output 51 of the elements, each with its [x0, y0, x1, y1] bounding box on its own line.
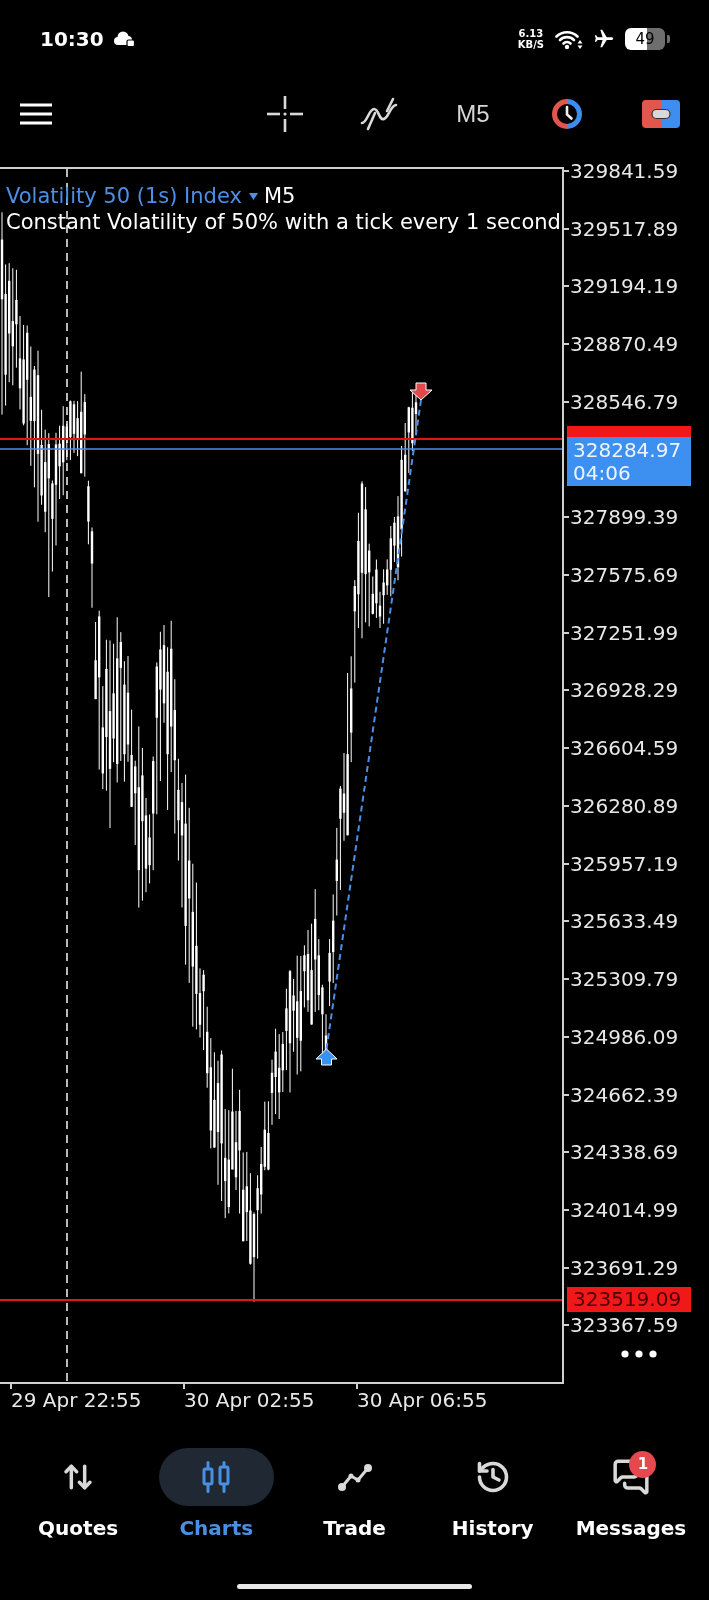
symbol-description: Constant Volatility of 50% with a tick every 1 second — [6, 209, 561, 235]
notification-badge: 1 — [629, 1451, 657, 1478]
price-axis-label: 324338.69 — [570, 1140, 679, 1165]
symbol-name[interactable]: Volatility 50 (1s) Index — [6, 183, 242, 209]
candlestick-icon — [201, 1461, 232, 1493]
price-axis-label: 329517.89 — [570, 216, 679, 241]
price-axis-label: 324014.99 — [570, 1197, 679, 1222]
price-axis-label: 329841.59 — [570, 159, 679, 183]
clock-time: 10:30 — [40, 27, 104, 51]
up-arrow-icon — [315, 1048, 338, 1066]
network-speed-value: 6.13 — [518, 28, 544, 39]
time-axis-label: 30 Apr 06:55 — [357, 1389, 488, 1411]
price-axis-label: 326928.29 — [570, 678, 679, 703]
nav-tab[interactable]: Trade — [285, 1448, 424, 1540]
price-axis-label: 328870.49 — [570, 332, 679, 357]
time-axis-label: 29 Apr 22:55 — [11, 1389, 142, 1411]
wave-icon[interactable] — [360, 97, 398, 131]
price-axis-label: 329194.19 — [570, 274, 679, 299]
price-axis-label: 326280.89 — [570, 793, 679, 818]
bar-countdown: 04:06 — [573, 461, 632, 485]
cloud-icon — [112, 31, 135, 47]
price-axis-label: 326604.59 — [570, 736, 679, 761]
line-chart-icon — [336, 1462, 373, 1492]
price-axis-label: 327575.69 — [570, 563, 679, 588]
price-tag: 323519.09 — [567, 1287, 691, 1312]
nav-tab[interactable]: 1 Messages — [561, 1448, 700, 1540]
price-axis-label: 325633.49 — [570, 909, 679, 934]
network-speed-unit: KB/S — [517, 39, 544, 50]
nav-tab[interactable]: History — [423, 1448, 562, 1540]
price-axis-label: 325957.19 — [570, 851, 679, 876]
more-icon[interactable] — [621, 1350, 657, 1359]
price-axis-label: 327899.39 — [570, 505, 679, 530]
airplane-icon — [593, 28, 615, 50]
down-arrow-icon — [409, 382, 433, 401]
time-axis-label: 30 Apr 02:55 — [184, 1389, 315, 1411]
price-axis-label: 324662.39 — [570, 1082, 679, 1107]
price-axis-label: 328546.79 — [570, 389, 679, 414]
menu-icon[interactable] — [20, 103, 52, 125]
price-axis-label: 323691.29 — [570, 1255, 679, 1280]
crosshair-icon[interactable] — [267, 96, 303, 132]
price-axis-label: 327251.99 — [570, 620, 679, 645]
nav-tab[interactable]: Quotes — [9, 1448, 148, 1540]
price-axis-label: 324986.09 — [570, 1024, 679, 1049]
timeframe-label: M5 — [263, 183, 296, 209]
timeframe-button[interactable]: M5 — [456, 100, 490, 128]
price-axis-label: 323367.59 — [570, 1313, 679, 1338]
price-axis-label: 325309.79 — [570, 967, 679, 992]
bid-price: 328284.97 — [573, 438, 683, 462]
wifi-icon — [555, 28, 583, 50]
toggle-icon[interactable] — [642, 100, 680, 128]
dropdown-caret-icon — [248, 192, 258, 200]
